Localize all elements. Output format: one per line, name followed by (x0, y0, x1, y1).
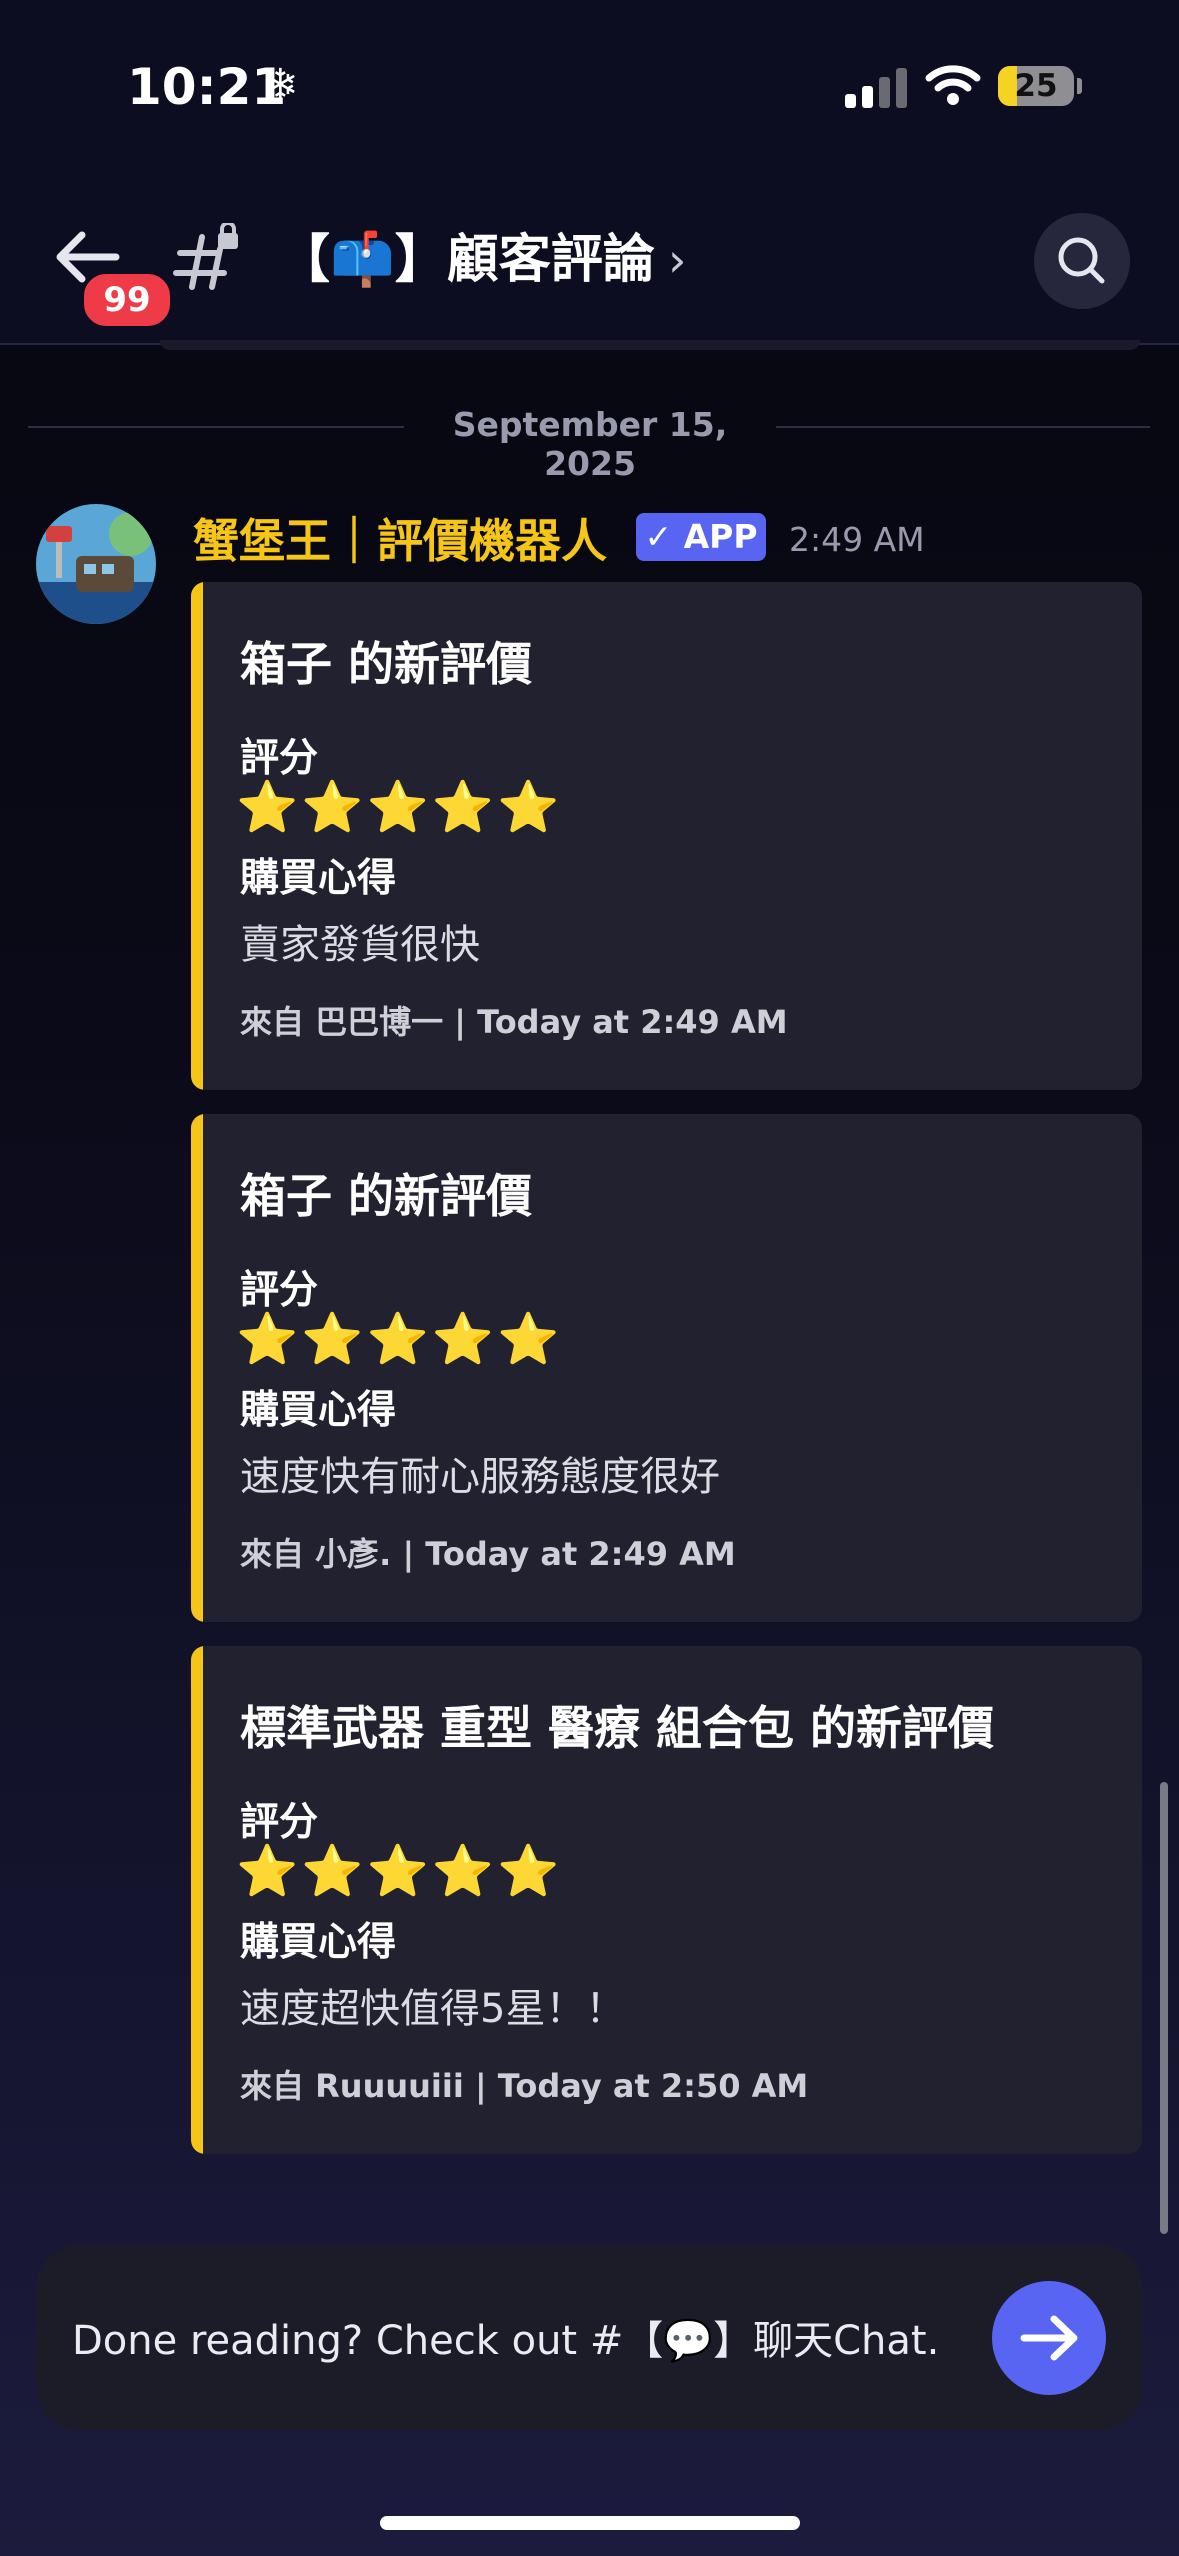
review-label: 購買心得 (240, 1388, 397, 1433)
battery-percent: 25 (1014, 68, 1058, 104)
prompt-text: Done reading? Check out #【💬】聊天Chat. (72, 2318, 940, 2364)
chevron-right-icon[interactable]: › (668, 233, 686, 287)
review-text: 速度超快值得5星！！ (240, 1986, 626, 2032)
read-only-prompt: Done reading? Check out #【💬】聊天Chat. (36, 2245, 1143, 2430)
message-timestamp: 2:49 AM (789, 520, 925, 559)
channel-header: 99 【📫】顧客評論 › (0, 175, 1179, 345)
date-divider: September 15, 2025 (452, 405, 728, 483)
review-embed: 箱子 的新評價 評分 ⭐⭐⭐⭐⭐ 購買心得 賣家發貨很快 來自 巴巴博一 | T… (191, 582, 1142, 1090)
rating-label: 評分 (240, 1268, 319, 1313)
embed-title: 標準武器 重型 醫療 組合包 的新評價 (240, 1701, 995, 1755)
search-icon (1058, 237, 1105, 284)
message-author[interactable]: 蟹堡王｜評價機器人 (193, 505, 607, 571)
embed-title: 箱子 的新評價 (240, 637, 533, 691)
review-text: 賣家發貨很快 (240, 922, 480, 968)
date-divider-line-left (28, 426, 404, 428)
search-button[interactable] (1034, 213, 1130, 309)
rating-stars: ⭐⭐⭐⭐⭐ (236, 778, 563, 836)
avatar[interactable] (36, 504, 156, 624)
previous-message-edge (160, 340, 1140, 350)
date-divider-line-right (776, 426, 1150, 428)
go-to-channel-button[interactable] (992, 2281, 1106, 2395)
cellular-signal-icon (845, 66, 907, 108)
review-embed: 箱子 的新評價 評分 ⭐⭐⭐⭐⭐ 購買心得 速度快有耐心服務態度很好 來自 小彥… (191, 1114, 1142, 1622)
review-text: 速度快有耐心服務態度很好 (240, 1454, 720, 1500)
arrow-right-icon (1020, 2315, 1078, 2361)
unread-count-badge: 99 (80, 270, 174, 330)
rating-label: 評分 (240, 1800, 319, 1845)
wifi-icon (925, 65, 981, 105)
rating-stars: ⭐⭐⭐⭐⭐ (236, 1310, 563, 1368)
battery-icon: 25 (998, 66, 1074, 106)
app-badge: ✓ APP (636, 513, 766, 561)
embed-footer: 來自 Ruuuuiii | Today at 2:50 AM (240, 2067, 809, 2105)
embed-accent-bar (191, 582, 203, 1090)
embed-accent-bar (191, 1114, 203, 1622)
scrollbar[interactable] (1160, 1782, 1168, 2234)
review-label: 購買心得 (240, 856, 397, 901)
embed-accent-bar (191, 1646, 203, 2154)
bot-avatar-image (36, 504, 156, 624)
embed-footer: 來自 巴巴博一 | Today at 2:49 AM (240, 1003, 788, 1041)
snowflake-icon: ❄ (262, 60, 299, 111)
review-embed: 標準武器 重型 醫療 組合包 的新評價 評分 ⭐⭐⭐⭐⭐ 購買心得 速度超快值得… (191, 1646, 1142, 2154)
status-bar: 10:21 ❄ 25 (0, 0, 1179, 175)
review-label: 購買心得 (240, 1920, 397, 1965)
embed-title: 箱子 的新評價 (240, 1169, 533, 1223)
embed-footer: 來自 小彥. | Today at 2:49 AM (240, 1535, 736, 1573)
battery-tip (1077, 78, 1082, 94)
rating-label: 評分 (240, 736, 319, 781)
home-indicator[interactable] (380, 2516, 800, 2530)
locked-channel-hash-icon (173, 223, 238, 290)
channel-title[interactable]: 【📫】顧客評論 (278, 217, 655, 292)
rating-stars: ⭐⭐⭐⭐⭐ (236, 1842, 563, 1900)
